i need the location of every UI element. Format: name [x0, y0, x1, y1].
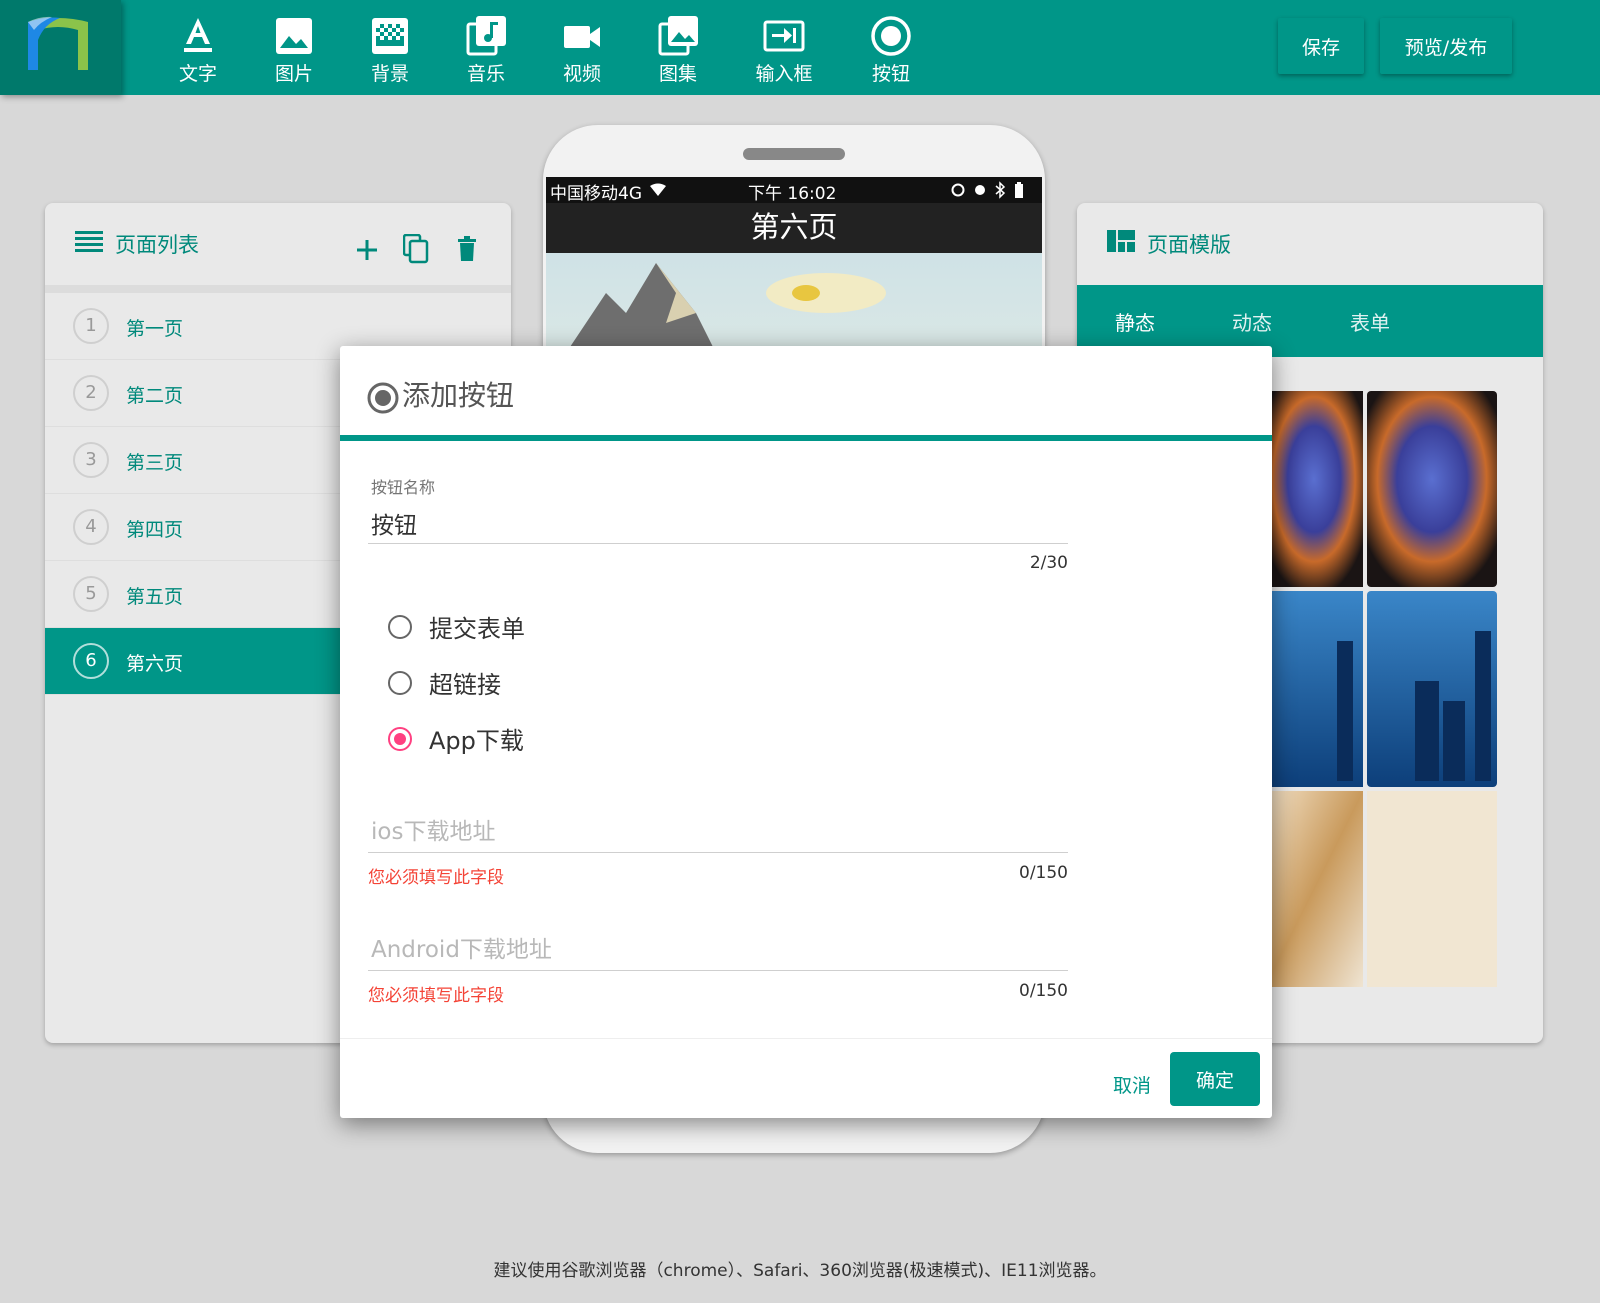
confirm-button[interactable]: 确定 — [1170, 1052, 1260, 1106]
page-label: 第二页 — [126, 385, 184, 407]
page-number: 5 — [73, 576, 109, 612]
app-logo[interactable] — [0, 0, 121, 95]
radio-unchecked — [388, 615, 412, 639]
templates-header: 页面模版 — [1077, 203, 1543, 285]
templates-title: 页面模版 — [1147, 233, 1231, 257]
delete-page-icon[interactable] — [456, 236, 478, 262]
ios-url-input[interactable]: ios下载地址 — [371, 812, 495, 846]
list-icon — [75, 231, 103, 252]
button-name-underline — [368, 543, 1068, 544]
tool-label-music: 音乐 — [466, 63, 505, 85]
button-name-input[interactable]: 按钮 — [371, 506, 417, 540]
page-number: 1 — [73, 308, 109, 344]
dialog-title-rule — [340, 435, 1272, 441]
page-number: 6 — [73, 643, 109, 679]
tool-music[interactable]: 音乐 — [450, 14, 522, 86]
button-icon — [871, 16, 911, 56]
tool-gallery[interactable]: 图集 — [642, 14, 714, 86]
preview-publish-button[interactable]: 预览/发布 — [1380, 18, 1512, 74]
page-number: 3 — [73, 442, 109, 478]
add-button-dialog: 添加按钮 按钮名称 按钮 2/30 提交表单 超链接 App下载 ios下载地址… — [340, 346, 1272, 1118]
page-list-title: 页面列表 — [115, 233, 199, 257]
page-label: 第一页 — [126, 318, 184, 340]
dialog-footer-divider — [340, 1038, 1272, 1039]
bluetooth-icon — [995, 181, 1006, 199]
phone-page-title: 第六页 — [546, 203, 1042, 253]
template-thumb-nebula-1[interactable] — [1265, 391, 1363, 587]
button-name-counter: 2/30 — [1029, 553, 1068, 573]
tool-image[interactable]: 图片 — [258, 14, 330, 86]
top-toolbar: 文字 图片 背景 音乐 视频 图集 输入框 按钮 保存 预览/发布 — [0, 0, 1600, 95]
wifi-icon — [650, 183, 666, 196]
tool-input-box[interactable]: 输入框 — [748, 14, 820, 86]
page-list-header: 页面列表 — [45, 203, 511, 285]
template-thumb-city-1[interactable] — [1265, 591, 1363, 787]
page-label: 第四页 — [126, 519, 184, 541]
battery-icon — [1015, 182, 1023, 198]
radio-unchecked — [388, 671, 412, 695]
tool-label-video: 视频 — [562, 63, 601, 85]
template-thumb-abstract-2[interactable] — [1367, 791, 1497, 987]
tool-label-image: 图片 — [274, 63, 313, 85]
video-icon — [564, 26, 600, 48]
cancel-button[interactable]: 取消 — [1092, 1058, 1172, 1110]
phone-speaker — [743, 148, 845, 160]
brightness-icon — [975, 185, 985, 195]
tool-label-background: 背景 — [370, 63, 409, 85]
sync-icon — [951, 183, 965, 197]
save-button[interactable]: 保存 — [1278, 18, 1364, 74]
tab-static[interactable]: 静态 — [1115, 307, 1155, 336]
tool-label-gallery: 图集 — [658, 63, 697, 85]
radio-checked — [388, 727, 412, 751]
image-icon — [276, 18, 312, 54]
tool-label-input-box: 输入框 — [755, 63, 813, 85]
template-icon — [1107, 230, 1135, 252]
phone-status-bar: 中国移动4G 下午 16:02 — [546, 177, 1042, 204]
tool-text[interactable]: 文字 — [162, 14, 234, 86]
ios-url-counter: 0/150 — [1019, 863, 1068, 883]
carrier-label: 中国移动4G — [550, 184, 642, 204]
page-list-divider — [45, 285, 511, 293]
radio-button-icon — [367, 382, 399, 414]
tool-label-button: 按钮 — [871, 63, 910, 85]
page-number: 2 — [73, 375, 109, 411]
ios-url-underline — [368, 852, 1068, 853]
status-time: 下午 16:02 — [748, 184, 837, 204]
radio-label: 超链接 — [429, 671, 501, 699]
page-label: 第五页 — [126, 586, 184, 608]
text-icon — [184, 18, 212, 52]
radio-label: App下载 — [429, 727, 524, 755]
logo-icon — [28, 16, 88, 70]
android-url-counter: 0/150 — [1019, 981, 1068, 1001]
ios-url-error: 您必须填写此字段 — [368, 868, 504, 888]
radio-label: 提交表单 — [429, 615, 525, 643]
music-icon — [466, 16, 506, 56]
android-url-input[interactable]: Android下载地址 — [371, 930, 552, 964]
tool-background[interactable]: 背景 — [354, 14, 426, 86]
gallery-icon — [658, 16, 698, 56]
tool-label-text: 文字 — [178, 63, 217, 85]
tab-dynamic[interactable]: 动态 — [1232, 307, 1272, 336]
button-name-label: 按钮名称 — [371, 478, 436, 497]
copy-page-icon[interactable] — [403, 234, 429, 264]
page-label: 第三页 — [126, 452, 184, 474]
browser-recommendation-note: 建议使用谷歌浏览器（chrome）、Safari、360浏览器(极速模式)、IE… — [493, 1261, 1107, 1281]
template-thumb-city-2[interactable] — [1367, 591, 1497, 787]
tool-video[interactable]: 视频 — [546, 14, 618, 86]
add-page-icon[interactable] — [356, 239, 378, 261]
tab-form[interactable]: 表单 — [1350, 307, 1390, 336]
page-label: 第六页 — [126, 653, 184, 675]
android-url-error: 您必须填写此字段 — [368, 986, 504, 1006]
tool-button[interactable]: 按钮 — [855, 14, 927, 86]
page-number: 4 — [73, 509, 109, 545]
template-thumbnails — [1265, 391, 1497, 987]
input-box-icon — [763, 20, 805, 52]
dialog-title: 添加按钮 — [402, 379, 515, 412]
android-url-underline — [368, 970, 1068, 971]
template-thumb-abstract-1[interactable] — [1265, 791, 1363, 987]
template-thumb-nebula-2[interactable] — [1367, 391, 1497, 587]
background-icon — [372, 18, 408, 54]
